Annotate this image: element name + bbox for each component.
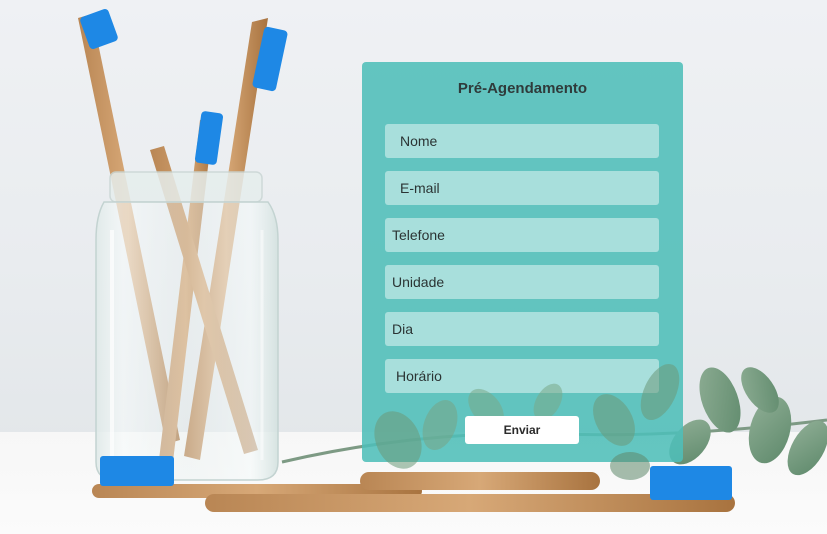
background-photo: Pré-Agendamento Enviar [0,0,827,534]
unit-field[interactable] [385,265,659,299]
email-field[interactable] [385,171,659,205]
glass-jar [95,171,279,481]
pre-booking-form: Pré-Agendamento Enviar [362,62,683,462]
time-field[interactable] [385,359,659,393]
day-field[interactable] [385,312,659,346]
submit-button[interactable]: Enviar [465,416,579,444]
phone-field[interactable] [385,218,659,252]
form-title: Pré-Agendamento [457,80,588,97]
name-field[interactable] [385,124,659,158]
